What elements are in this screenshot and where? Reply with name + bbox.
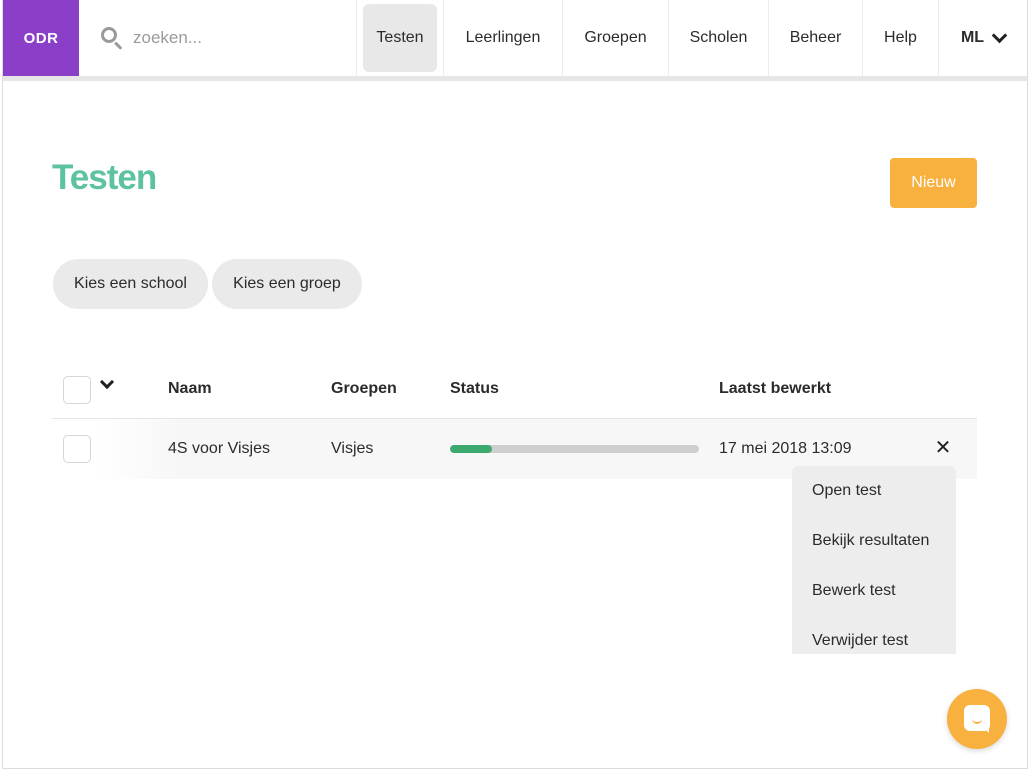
logo[interactable]: ODR bbox=[3, 0, 79, 76]
select-all-checkbox[interactable] bbox=[63, 376, 91, 404]
search-bar bbox=[79, 0, 357, 76]
chat-launcher-button[interactable] bbox=[947, 689, 1007, 749]
column-header-groups[interactable]: Groepen bbox=[331, 380, 397, 398]
row-name[interactable]: 4S voor Visjes bbox=[168, 440, 270, 458]
group-filter-button[interactable]: Kies een groep bbox=[212, 259, 362, 309]
row-checkbox[interactable] bbox=[63, 435, 91, 463]
column-header-status[interactable]: Status bbox=[450, 380, 499, 398]
nav-tab-help[interactable]: Help bbox=[863, 0, 939, 76]
row-last-edited: 17 mei 2018 13:09 bbox=[719, 440, 852, 457]
status-progress-bar bbox=[450, 445, 699, 453]
close-icon[interactable]: ✕ bbox=[934, 437, 952, 459]
top-nav: ODR Testen Leerlingen Groepen Scholen Be… bbox=[3, 0, 1027, 76]
nav-tab-beheer[interactable]: Beheer bbox=[769, 0, 863, 76]
status-progress-fill bbox=[450, 445, 493, 453]
chevron-down-icon bbox=[991, 27, 1008, 43]
menu-item-open-test[interactable]: Open test bbox=[812, 482, 881, 500]
nav-tab-testen[interactable]: Testen bbox=[357, 0, 444, 76]
nav-tab-groepen[interactable]: Groepen bbox=[563, 0, 669, 76]
page-title: Testen bbox=[52, 158, 157, 197]
row-action-menu: Open test Bekijk resultaten Bewerk test … bbox=[792, 466, 956, 654]
column-header-last-edited[interactable]: Laatst bewerkt bbox=[719, 380, 831, 398]
menu-item-edit-test[interactable]: Bewerk test bbox=[812, 582, 896, 600]
nav-tab-testen-label: Testen bbox=[363, 4, 437, 72]
row-groups: Visjes bbox=[331, 440, 374, 457]
school-filter-button[interactable]: Kies een school bbox=[53, 259, 208, 309]
column-header-name[interactable]: Naam bbox=[168, 380, 212, 398]
user-initials: ML bbox=[960, 29, 985, 46]
menu-item-delete-test[interactable]: Verwijder test bbox=[812, 632, 908, 650]
menu-item-view-results[interactable]: Bekijk resultaten bbox=[812, 532, 929, 550]
search-input[interactable] bbox=[133, 28, 333, 48]
user-menu[interactable]: ML bbox=[939, 0, 1027, 76]
nav-divider bbox=[3, 76, 1027, 81]
nav-tab-scholen[interactable]: Scholen bbox=[669, 0, 769, 76]
search-icon[interactable] bbox=[99, 25, 125, 51]
nav-tab-leerlingen[interactable]: Leerlingen bbox=[444, 0, 563, 76]
new-test-button[interactable]: Nieuw bbox=[890, 158, 977, 208]
